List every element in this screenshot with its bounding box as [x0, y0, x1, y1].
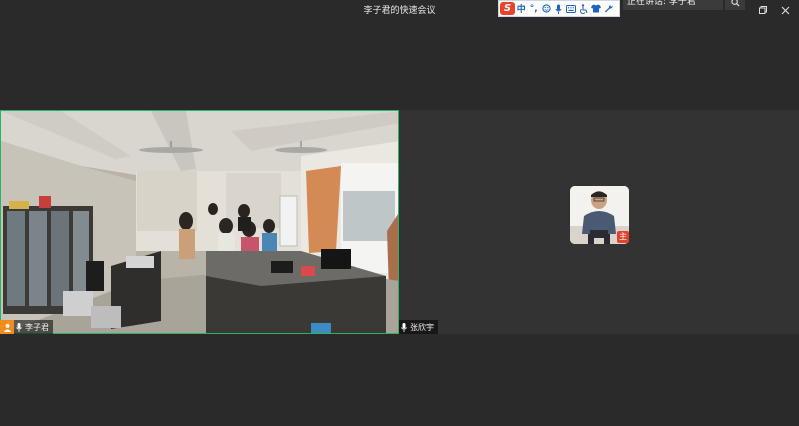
search-icon	[730, 0, 740, 7]
microphone-icon	[14, 320, 24, 334]
office-room-video-feed	[1, 111, 398, 333]
participant-name-tag: 李子君	[0, 320, 53, 334]
sogou-logo-icon[interactable]: S	[500, 2, 515, 15]
microphone-icon	[399, 320, 409, 334]
host-icon	[0, 320, 14, 334]
name-label-bg: 李子君	[14, 320, 53, 334]
ime-toolbar[interactable]: S 中 °,	[498, 0, 620, 17]
search-button[interactable]	[725, 0, 745, 10]
close-window-button[interactable]	[778, 3, 792, 17]
settings-wrench-icon[interactable]	[603, 2, 616, 16]
ime-punctuation-button[interactable]: °,	[528, 2, 541, 16]
restore-icon	[759, 6, 767, 14]
accessibility-icon[interactable]	[578, 2, 591, 16]
close-icon	[781, 6, 789, 14]
emoji-icon[interactable]	[540, 2, 553, 16]
ime-mode-button[interactable]: 中	[515, 2, 528, 16]
participant-name-tag: 张欣宇	[399, 320, 438, 334]
main-video-tile[interactable]	[0, 110, 399, 334]
voice-input-icon[interactable]	[553, 2, 566, 16]
avatar-badge: 主	[617, 231, 629, 243]
participant-name: 张欣宇	[410, 322, 434, 332]
keyboard-icon[interactable]	[565, 2, 578, 16]
participant-name: 李子君	[25, 322, 49, 332]
active-speaker-indicator: 正在讲话: 李子君	[623, 0, 723, 10]
restore-window-button[interactable]	[757, 4, 769, 16]
skin-shirt-icon[interactable]	[590, 2, 603, 16]
